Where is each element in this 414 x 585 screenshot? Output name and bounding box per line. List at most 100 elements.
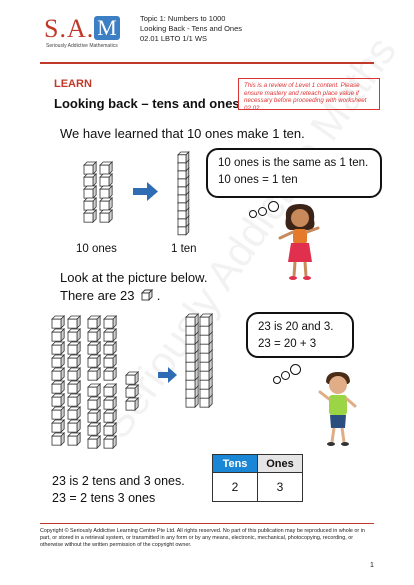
speech-bubble-2: 23 is 20 and 3. 23 = 20 + 3 (246, 312, 354, 358)
thought-dot (290, 364, 301, 375)
unit-cube (125, 397, 140, 412)
unit-cube (51, 432, 66, 447)
ten-rod (177, 151, 190, 236)
ones-header: Ones (257, 454, 303, 473)
unit-cube (103, 409, 118, 424)
girl-illustration (278, 204, 320, 280)
copyright-notice: Copyright © Seriously Addictive Learning… (40, 528, 365, 548)
unit-cube (83, 161, 98, 176)
boy-illustration (318, 372, 357, 446)
unit-cube (51, 406, 66, 421)
unit-cube (103, 435, 118, 450)
unit-cube (51, 354, 66, 369)
unit-cube (83, 185, 98, 200)
unit-cube (87, 367, 102, 382)
ones-cubes (83, 161, 114, 224)
unit-cube (177, 151, 190, 164)
unit-cube (87, 396, 102, 411)
unit-cube (51, 328, 66, 343)
unit-cube (125, 384, 140, 399)
unit-cube (125, 371, 140, 386)
page-number: 1 (370, 562, 374, 569)
thought-dot (258, 207, 267, 216)
unit-cube (99, 185, 114, 200)
unit-cube (67, 354, 82, 369)
unit-cube (67, 393, 82, 408)
unit-cube (99, 197, 114, 212)
unit-cube (67, 341, 82, 356)
unit-cube (51, 419, 66, 434)
unit-cube (87, 354, 102, 369)
unit-cube (51, 380, 66, 395)
unit-cube (83, 173, 98, 188)
thought-dot (249, 210, 257, 218)
unit-cube (103, 396, 118, 411)
ten-rod-block (185, 313, 200, 409)
ones-to-ten-illustration (83, 151, 190, 236)
unit-cube (51, 367, 66, 382)
unit-cube (199, 313, 214, 328)
logo-m-block: M (94, 16, 120, 40)
unit-cube (87, 422, 102, 437)
unit-cube (103, 354, 118, 369)
arrow-icon (158, 367, 177, 383)
subtopic-line: Looking Back - Tens and Ones (140, 24, 243, 33)
bubble1-line1: 10 ones is the same as 1 ten. (218, 157, 369, 169)
unit-cube (67, 380, 82, 395)
count-text-prefix: There are 23 (60, 288, 135, 303)
unit-cube (185, 313, 200, 328)
bubble2-line1: 23 is 20 and 3. (258, 321, 334, 333)
extra-ones-cubes (125, 371, 140, 412)
unit-cube (67, 419, 82, 434)
header-info: Topic 1: Numbers to 1000 Looking Back - … (140, 14, 242, 44)
unit-cube (87, 435, 102, 450)
unit-cube (51, 315, 66, 330)
ones-value: 3 (257, 472, 303, 502)
logo-tagline: Seriously Addictive Mathematics (46, 43, 118, 49)
unit-cube (99, 209, 114, 224)
unit-cube (103, 422, 118, 437)
twenty-three-illustration (51, 313, 214, 450)
label-10-ones: 10 ones (76, 243, 117, 255)
count-text-suffix: . (156, 288, 161, 303)
thought-dot (281, 371, 290, 380)
look-text: Look at the picture below. (60, 270, 208, 285)
header-divider (40, 62, 374, 64)
teacher-note: This is a review of Level 1 content. Ple… (238, 78, 380, 112)
topic-line: Topic 1: Numbers to 1000 (140, 14, 226, 23)
unit-cube (67, 328, 82, 343)
unit-cube (103, 383, 118, 398)
thought-dot (273, 376, 281, 384)
tens-header: Tens (212, 454, 258, 473)
section-label: LEARN (54, 78, 92, 90)
speech-bubble-1: 10 ones is the same as 1 ten. 10 ones = … (206, 148, 382, 198)
count-text: There are 23 . (60, 288, 160, 303)
unit-cube (51, 393, 66, 408)
cube-icon (140, 288, 154, 302)
ten-rod-block (199, 313, 214, 409)
ten-rods (185, 313, 214, 409)
ten-rod-block (177, 151, 190, 236)
unit-cube (87, 383, 102, 398)
unit-cube (87, 409, 102, 424)
unit-cube (67, 367, 82, 382)
unit-cube (83, 197, 98, 212)
unit-cube (67, 406, 82, 421)
logo-letters: S.A. (44, 14, 95, 43)
unit-cube (83, 209, 98, 224)
worksheet-code: 02.01 LBTO 1/1 WS (140, 34, 207, 43)
tens-value: 2 (212, 472, 258, 502)
unit-cube (103, 315, 118, 330)
label-1-ten: 1 ten (171, 243, 197, 255)
unit-cube (99, 173, 114, 188)
intro-text: We have learned that 10 ones make 1 ten. (60, 126, 305, 141)
unit-cube (87, 315, 102, 330)
unit-cube (67, 315, 82, 330)
arrow-icon (133, 182, 158, 201)
unit-cube (99, 161, 114, 176)
page-title: Looking back – tens and ones (54, 96, 240, 111)
conclusion-line-1: 23 is 2 tens and 3 ones. (52, 474, 185, 488)
unit-cube (103, 367, 118, 382)
unit-cube (67, 432, 82, 447)
place-value-table: Tens Ones 2 3 (212, 454, 303, 502)
